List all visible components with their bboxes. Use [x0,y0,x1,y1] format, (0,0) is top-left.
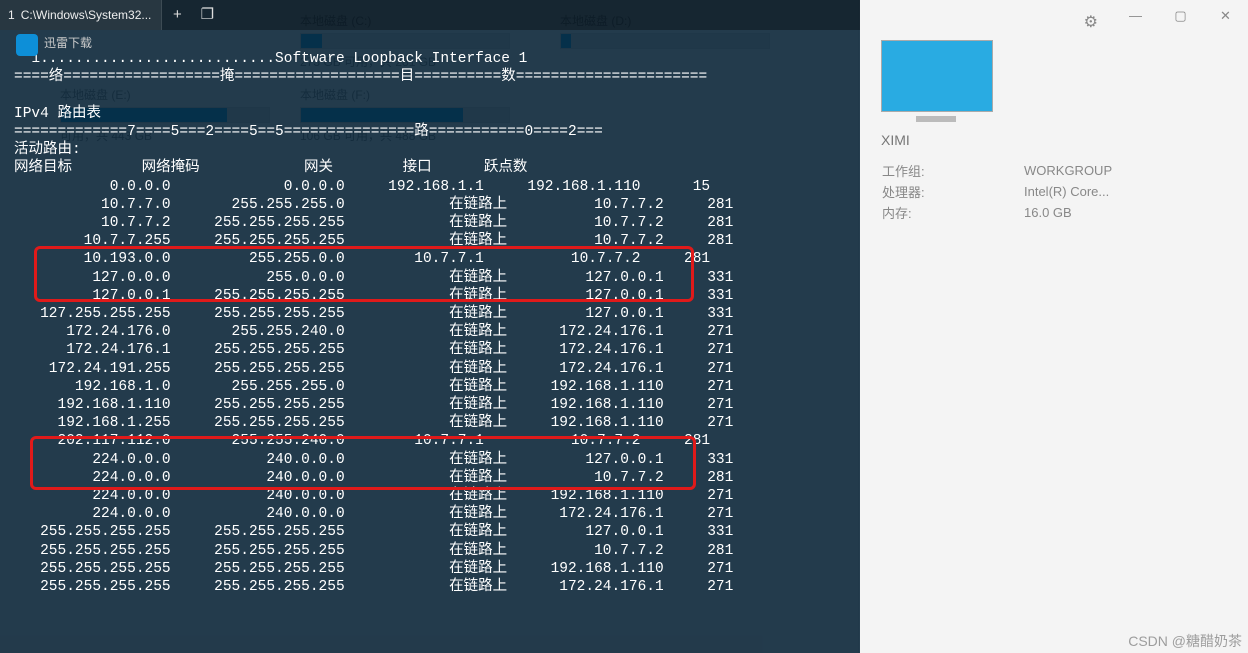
info-workgroup-v: WORKGROUP [1023,160,1113,181]
info-workgroup-k: 工作组: [881,160,1023,181]
thunder-icon [16,34,38,56]
info-mem-v: 16.0 GB [1023,202,1113,223]
info-cpu-v: Intel(R) Core... [1023,181,1113,202]
terminal-window: 1 C:\Windows\System32... + ❐ 迅雷下载 1.....… [0,0,860,653]
info-mem-k: 内存: [881,202,1023,223]
watermark: CSDN @糖醋奶茶 [1128,631,1242,651]
terminal-tab[interactable]: 1 C:\Windows\System32... [0,0,162,30]
settings-icon[interactable]: ⚙ [1084,12,1098,32]
info-cpu-k: 处理器: [881,181,1023,202]
monitor-icon [881,40,993,112]
terminal-titlebar: 1 C:\Windows\System32... + ❐ [0,0,860,30]
tab-index: 1 [8,8,15,22]
tab-title: C:\Windows\System32... [21,8,152,22]
terminal-output[interactable]: 1...........................Software Loo… [0,30,860,596]
pc-name: XIMI [881,132,1248,148]
close-button[interactable]: ✕ [1203,0,1248,32]
maximize-button[interactable]: ▢ [1158,0,1203,32]
tabs-overview-button[interactable]: ❐ [192,0,222,30]
computer-info-panel: XIMI 工作组:WORKGROUP 处理器:Intel(R) Core... … [858,0,1248,653]
pc-info-table: 工作组:WORKGROUP 处理器:Intel(R) Core... 内存:16… [881,160,1113,223]
new-tab-button[interactable]: + [162,0,192,30]
thunder-label: 迅雷下载 [44,34,92,51]
minimize-button[interactable]: — [1113,0,1158,32]
